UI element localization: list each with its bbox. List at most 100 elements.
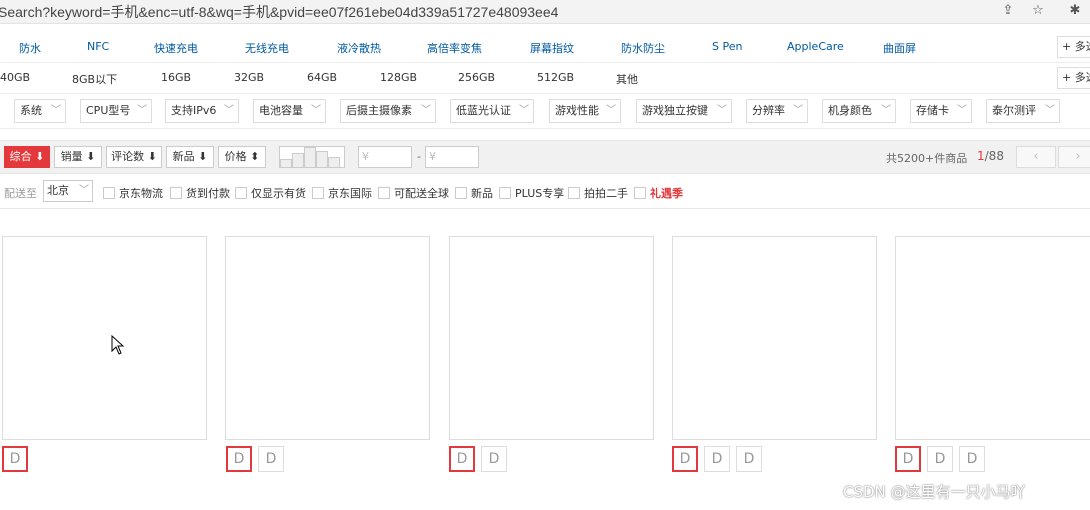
product-image[interactable] (2, 236, 207, 440)
storage-option[interactable]: 其他 (616, 71, 638, 87)
thumbnail-placeholder-icon: D (711, 451, 723, 467)
feature-option[interactable]: 屏幕指纹 (530, 40, 574, 56)
checkbox[interactable] (455, 187, 467, 199)
filter-dropdown-ipv6[interactable]: 支持IPv6 ﹀ (165, 99, 239, 123)
chevron-down-icon: ﹀ (224, 105, 234, 116)
feature-option[interactable]: S Pen (712, 40, 742, 53)
dropdown-label: 泰尔测评 (992, 104, 1036, 117)
browser-address-bar[interactable]: Search?keyword=手机&enc=utf-8&wq=手机&pvid=e… (0, 0, 1090, 24)
storage-option[interactable]: 40GB (0, 71, 30, 84)
filter-dropdown-color[interactable]: 机身颜色 ﹀ (822, 99, 896, 123)
dropdown-label: CPU型号 (86, 104, 131, 117)
product-thumbnail[interactable]: D (736, 446, 762, 472)
storage-option[interactable]: 8GB以下 (72, 71, 117, 87)
sort-comprehensive-button[interactable]: 综合 ⬇ (4, 146, 50, 168)
extension-icon[interactable]: ✱ (1067, 3, 1083, 19)
checkbox[interactable] (103, 187, 115, 199)
filter-plus[interactable]: PLUS专享 (499, 185, 564, 201)
storage-option[interactable]: 256GB (458, 71, 495, 84)
location-select[interactable]: 北京 ﹀ (43, 180, 93, 202)
feature-option[interactable]: 曲面屏 (883, 40, 916, 56)
filter-cod[interactable]: 货到付款 (170, 185, 230, 201)
price-max-input[interactable]: ¥ (425, 146, 479, 168)
sort-reviews-button[interactable]: 评论数 ⬇ (106, 146, 162, 168)
storage-option[interactable]: 32GB (234, 71, 264, 84)
chevron-down-icon: ﹀ (137, 105, 147, 116)
filter-jd-international[interactable]: 京东国际 (312, 185, 372, 201)
dropdown-label: 支持IPv6 (171, 104, 217, 117)
filter-paipai[interactable]: 拍拍二手 (568, 185, 628, 201)
feature-option[interactable]: 高倍率变焦 (427, 40, 482, 56)
checkbox[interactable] (499, 187, 511, 199)
filter-dropdown-blue-light[interactable]: 低蓝光认证 ﹀ (450, 99, 534, 123)
checkbox[interactable] (378, 187, 390, 199)
sort-new-button[interactable]: 新品 ⬇ (166, 146, 214, 168)
product-image[interactable] (895, 236, 1090, 440)
filter-new[interactable]: 新品 (455, 185, 493, 201)
feature-option[interactable]: 无线充电 (245, 40, 289, 56)
product-thumbnail[interactable]: D (927, 446, 953, 472)
next-page-button[interactable]: › (1058, 146, 1090, 168)
product-thumbnail[interactable]: D (226, 446, 252, 472)
product-thumbnail[interactable]: D (959, 446, 985, 472)
storage-option[interactable]: 16GB (161, 71, 191, 84)
price-bar (328, 157, 340, 167)
product-image[interactable] (449, 236, 654, 440)
product-image[interactable] (672, 236, 877, 440)
feature-option[interactable]: 快速充电 (154, 40, 198, 56)
product-image[interactable] (225, 236, 430, 440)
total-count: 共5200+件商品 (886, 152, 968, 165)
checkbox[interactable] (634, 187, 646, 199)
price-distribution-chart[interactable] (279, 146, 345, 168)
filter-dropdown-memory-card[interactable]: 存储卡 ﹀ (910, 99, 972, 123)
feature-option[interactable]: NFC (87, 40, 109, 53)
price-min-input[interactable]: ¥ (358, 146, 412, 168)
storage-option[interactable]: 512GB (537, 71, 574, 84)
checkbox[interactable] (235, 187, 247, 199)
filter-dropdown-tier[interactable]: 泰尔测评 ﹀ (986, 99, 1060, 123)
filter-jd-logistics[interactable]: 京东物流 (103, 185, 163, 201)
dropdown-label: 游戏性能 (555, 104, 599, 117)
feature-option[interactable]: 液冷散热 (337, 40, 381, 56)
filter-global-delivery[interactable]: 可配送全球 (378, 185, 449, 201)
product-thumbnail[interactable]: D (258, 446, 284, 472)
product-thumbnail[interactable]: D (481, 446, 507, 472)
filter-in-stock[interactable]: 仅显示有货 (235, 185, 306, 201)
product-thumbnail[interactable]: D (672, 446, 698, 472)
prev-page-button[interactable]: ‹ (1016, 146, 1056, 168)
url-text[interactable]: Search?keyword=手机&enc=utf-8&wq=手机&pvid=e… (0, 2, 558, 22)
dropdown-label: 存储卡 (916, 104, 949, 117)
chevron-down-icon: ﹀ (717, 105, 727, 116)
share-icon[interactable]: ⇪ (1000, 3, 1016, 19)
multi-select-button[interactable]: + 多选 (1057, 67, 1090, 89)
feature-option[interactable]: 防水 (19, 40, 41, 56)
page-indicator: 1/88 (977, 149, 1004, 163)
product-thumbnail[interactable]: D (449, 446, 475, 472)
feature-option[interactable]: AppleCare (787, 40, 844, 53)
filter-gift-season[interactable]: 礼遇季 (634, 185, 683, 201)
chevron-down-icon: ﹀ (881, 105, 891, 116)
checkbox[interactable] (568, 187, 580, 199)
sort-sales-button[interactable]: 销量 ⬇ (54, 146, 102, 168)
chevron-down-icon: ﹀ (606, 105, 616, 116)
filter-dropdown-cpu[interactable]: CPU型号 ﹀ (80, 99, 152, 123)
product-thumbnail[interactable]: D (704, 446, 730, 472)
page-total: /88 (984, 149, 1004, 163)
multi-select-button[interactable]: + 多选 (1057, 36, 1090, 58)
product-thumbnail[interactable]: D (895, 446, 921, 472)
filter-dropdown-system[interactable]: 系统 ﹀ (14, 99, 66, 123)
filter-dropdown-gaming[interactable]: 游戏性能 ﹀ (549, 99, 621, 123)
storage-option[interactable]: 128GB (380, 71, 417, 84)
star-icon[interactable]: ☆ (1030, 3, 1046, 19)
storage-option[interactable]: 64GB (307, 71, 337, 84)
feature-option[interactable]: 防水防尘 (621, 40, 665, 56)
product-thumbnail[interactable]: D (2, 446, 28, 472)
filter-dropdown-resolution[interactable]: 分辨率 ﹀ (746, 99, 808, 123)
sort-price-button[interactable]: 价格 ⬍ (218, 146, 266, 168)
filter-dropdown-game-keys[interactable]: 游戏独立按键 ﹀ (636, 99, 732, 123)
filter-dropdown-battery[interactable]: 电池容量 ﹀ (253, 99, 326, 123)
filter-dropdown-camera[interactable]: 后摄主摄像素 ﹀ (340, 99, 436, 123)
checkbox[interactable] (170, 187, 182, 199)
checkbox[interactable] (312, 187, 324, 199)
checkbox-label: 可配送全球 (394, 187, 449, 200)
